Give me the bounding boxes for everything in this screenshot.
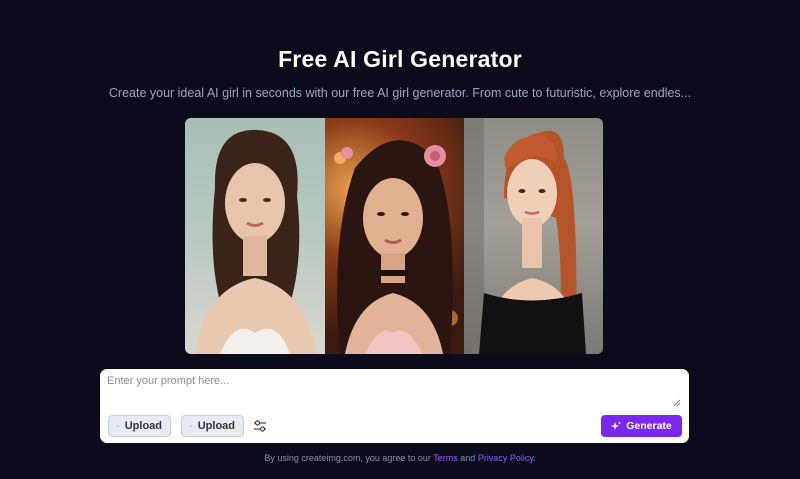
resize-grip-icon[interactable] [673, 399, 681, 407]
generate-button[interactable]: Generate [601, 415, 682, 437]
gallery-image-1 [185, 118, 325, 354]
gallery-image-2 [325, 118, 464, 354]
page-title: Free AI Girl Generator [278, 46, 522, 72]
footer-prefix: By using createimg.com, you agree to our [264, 453, 431, 463]
sparkle-icon [611, 421, 622, 430]
upload-button-2[interactable]: Upload [181, 415, 244, 437]
upload-label-1: Upload [124, 420, 162, 432]
upload-label-2: Upload [197, 420, 235, 432]
footer-and: and [460, 453, 476, 463]
prompt-box: Upload Upload Generate [100, 369, 689, 443]
footer-suffix: . [533, 453, 536, 463]
privacy-policy-link[interactable]: Privacy Policy [478, 453, 533, 463]
terms-link[interactable]: Terms [433, 453, 458, 463]
sliders-icon[interactable] [253, 419, 267, 433]
example-gallery [185, 118, 603, 354]
prompt-input[interactable] [107, 375, 681, 409]
gallery-image-3 [464, 118, 603, 354]
footer-consent: By using createimg.com, you agree to our… [0, 453, 800, 463]
paperclip-icon [190, 425, 192, 427]
page-subtitle: Create your ideal AI girl in seconds wit… [108, 86, 692, 100]
generate-label: Generate [626, 420, 672, 432]
paperclip-icon [117, 425, 119, 427]
page: Free AI Girl Generator Create your ideal… [0, 0, 800, 479]
upload-button-1[interactable]: Upload [108, 415, 171, 437]
